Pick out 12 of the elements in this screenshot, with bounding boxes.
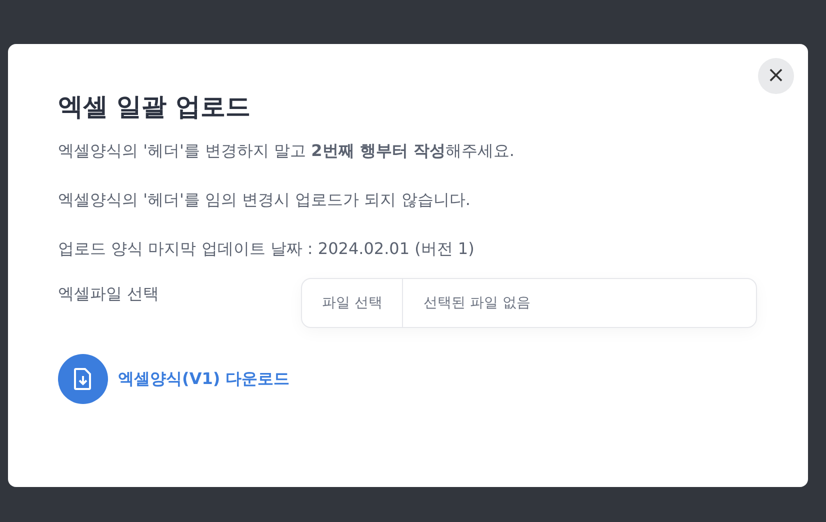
field-label: 엑셀파일 선택 <box>58 284 160 305</box>
choose-file-button[interactable]: 파일 선택 <box>302 279 404 327</box>
instruction-text: 엑셀양식의 '헤더'를 임의 변경시 업로드가 되지 않습니다. <box>58 189 472 211</box>
file-input[interactable]: 파일 선택 선택된 파일 없음 <box>301 278 757 328</box>
download-link[interactable]: 엑셀양식(V1) 다운로드 <box>58 354 290 404</box>
close-button[interactable]: × <box>758 58 794 94</box>
modal-title: 엑셀 일괄 업로드 <box>58 91 252 123</box>
file-name-text: 선택된 파일 없음 <box>422 294 530 313</box>
instruction-text: 엑셀양식의 '헤더'를 변경하지 말고 2번째 행부터 작성해주세요. <box>58 140 516 162</box>
file-download-icon <box>58 354 108 404</box>
download-link-text: 엑셀양식(V1) 다운로드 <box>118 368 290 390</box>
instruction-text: 업로드 양식 마지막 업데이트 날짜 : 2024.02.01 (버전 1) <box>58 238 476 260</box>
